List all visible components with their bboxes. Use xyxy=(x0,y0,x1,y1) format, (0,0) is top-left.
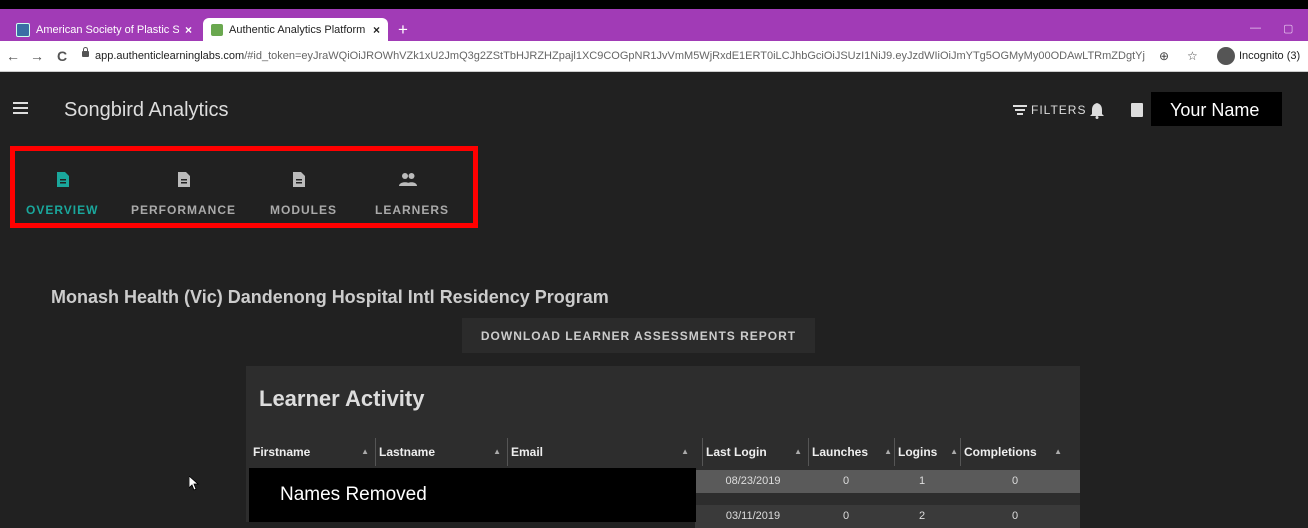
tab-learners[interactable]: LEARNERS xyxy=(355,151,465,223)
table-header: Firstname ▲ Lastname ▲ Email ▲ Last Login ▲ … xyxy=(250,438,1080,466)
table-row[interactable]: 03/11/2019 0 2 0 xyxy=(695,505,1080,528)
download-report-button[interactable]: DOWNLOAD LEARNER ASSESSMENTS REPORT xyxy=(462,318,815,353)
cell-logins: 1 xyxy=(918,475,926,487)
sort-arrow-icon: ▲ xyxy=(884,447,892,456)
cell-completions: 0 xyxy=(1011,475,1019,487)
nav-tabs-highlight-box: OVERVIEW PERFORMANCE MODULES LEARNERS xyxy=(10,146,478,228)
tab-label: MODULES xyxy=(270,203,337,217)
top-strip xyxy=(0,0,1308,9)
header-label: Completions xyxy=(964,445,1037,459)
lock-icon xyxy=(82,47,89,57)
tab-overview[interactable]: OVERVIEW xyxy=(15,151,125,223)
names-redaction-box: Names Removed xyxy=(249,468,696,522)
header-label: Launches xyxy=(812,445,869,459)
maximize-icon[interactable]: ▢ xyxy=(1283,22,1293,35)
browser-tab-authentic-analytics[interactable]: Authentic Analytics Platform by Pa × xyxy=(203,18,388,41)
column-header-logins[interactable]: Logins ▲ xyxy=(894,438,960,466)
address-bar: ← → C app.authenticlearninglabs.com/#id_… xyxy=(0,41,1308,72)
account-icon[interactable] xyxy=(1131,103,1143,117)
new-tab-button[interactable]: + xyxy=(398,20,408,40)
url-field[interactable]: app.authenticlearninglabs.com/#id_token=… xyxy=(95,50,1145,62)
column-header-firstname[interactable]: Firstname ▲ xyxy=(250,438,375,466)
column-header-launches[interactable]: Launches ▲ xyxy=(808,438,894,466)
star-bookmark-icon[interactable]: ☆ xyxy=(1187,49,1198,63)
sort-arrow-icon: ▲ xyxy=(361,447,369,456)
cell-launches: 0 xyxy=(842,510,850,522)
incognito-icon xyxy=(1217,47,1235,65)
document-icon xyxy=(178,172,190,187)
authentic-favicon-icon xyxy=(211,23,223,36)
url-path: /#id_token=eyJraWQiOiJROWhVZk1xU2JmQ3g2Z… xyxy=(244,50,1145,62)
document-icon xyxy=(293,172,305,187)
header-label: Lastname xyxy=(379,445,436,459)
app-header: Songbird Analytics FILTERS xyxy=(0,72,1308,148)
column-header-completions[interactable]: Completions ▲ xyxy=(960,438,1080,466)
reload-icon[interactable]: C xyxy=(57,48,67,64)
app-title: Songbird Analytics xyxy=(64,99,229,121)
cell-logins: 2 xyxy=(918,510,926,522)
sort-arrow-icon: ▲ xyxy=(493,447,501,456)
header-label: Last Login xyxy=(706,445,767,459)
cell-completions: 0 xyxy=(1011,510,1019,522)
organization-title: Monash Health (Vic) Dandenong Hospital I… xyxy=(51,287,609,307)
menu-icon[interactable] xyxy=(13,102,28,117)
filters-label: FILTERS xyxy=(1031,103,1087,117)
column-header-email[interactable]: Email ▲ xyxy=(507,438,695,466)
header-label: Logins xyxy=(898,445,938,459)
minimize-icon[interactable]: — xyxy=(1250,22,1261,34)
sort-arrow-icon: ▲ xyxy=(950,447,958,456)
zoom-icon[interactable]: ⊕ xyxy=(1159,49,1169,63)
url-domain: app.authenticlearninglabs.com xyxy=(95,50,245,62)
sort-arrow-icon: ▲ xyxy=(681,447,689,456)
forward-arrow-icon[interactable]: → xyxy=(30,48,44,64)
header-label: Firstname xyxy=(253,445,311,459)
tab-label: LEARNERS xyxy=(375,203,450,217)
card-title: Learner Activity xyxy=(259,386,425,411)
sort-arrow-icon: ▲ xyxy=(794,447,802,456)
browser-tab-title: American Society of Plastic Surgeo xyxy=(36,23,179,36)
column-header-last-login[interactable]: Last Login ▲ xyxy=(702,438,808,466)
cell-last-login: 08/23/2019 xyxy=(725,475,781,487)
asps-favicon-icon xyxy=(16,22,30,37)
header-label: Email xyxy=(511,445,544,459)
back-arrow-icon[interactable]: ← xyxy=(6,48,20,64)
filter-icon xyxy=(1013,103,1027,117)
close-tab-icon[interactable]: × xyxy=(185,23,192,37)
tab-performance[interactable]: PERFORMANCE xyxy=(125,151,255,223)
document-icon xyxy=(57,172,69,187)
browser-tab-asps[interactable]: American Society of Plastic Surgeo × xyxy=(8,18,200,41)
tab-label: OVERVIEW xyxy=(26,203,99,217)
cell-last-login: 03/11/2019 xyxy=(725,510,781,522)
mouse-cursor-icon xyxy=(189,476,200,491)
tab-modules[interactable]: MODULES xyxy=(255,151,355,223)
cell-launches: 0 xyxy=(842,475,850,487)
browser-tab-bar: American Society of Plastic Surgeo × Aut… xyxy=(0,9,1308,41)
sort-arrow-icon: ▲ xyxy=(1054,447,1062,456)
notification-bell-icon[interactable] xyxy=(1090,103,1104,119)
tab-label: PERFORMANCE xyxy=(131,203,237,217)
filters-button[interactable]: FILTERS xyxy=(1013,103,1086,117)
column-header-lastname[interactable]: Lastname ▲ xyxy=(375,438,507,466)
browser-tab-title: Authentic Analytics Platform by Pa xyxy=(229,23,367,36)
people-icon xyxy=(399,173,417,186)
table-row[interactable]: 08/23/2019 0 1 0 xyxy=(695,470,1080,493)
user-name: Your Name xyxy=(1151,92,1282,126)
incognito-label: Incognito (3) xyxy=(1239,50,1301,62)
close-tab-icon[interactable]: × xyxy=(373,23,380,37)
incognito-profile-button[interactable]: Incognito (3) xyxy=(1217,47,1300,65)
